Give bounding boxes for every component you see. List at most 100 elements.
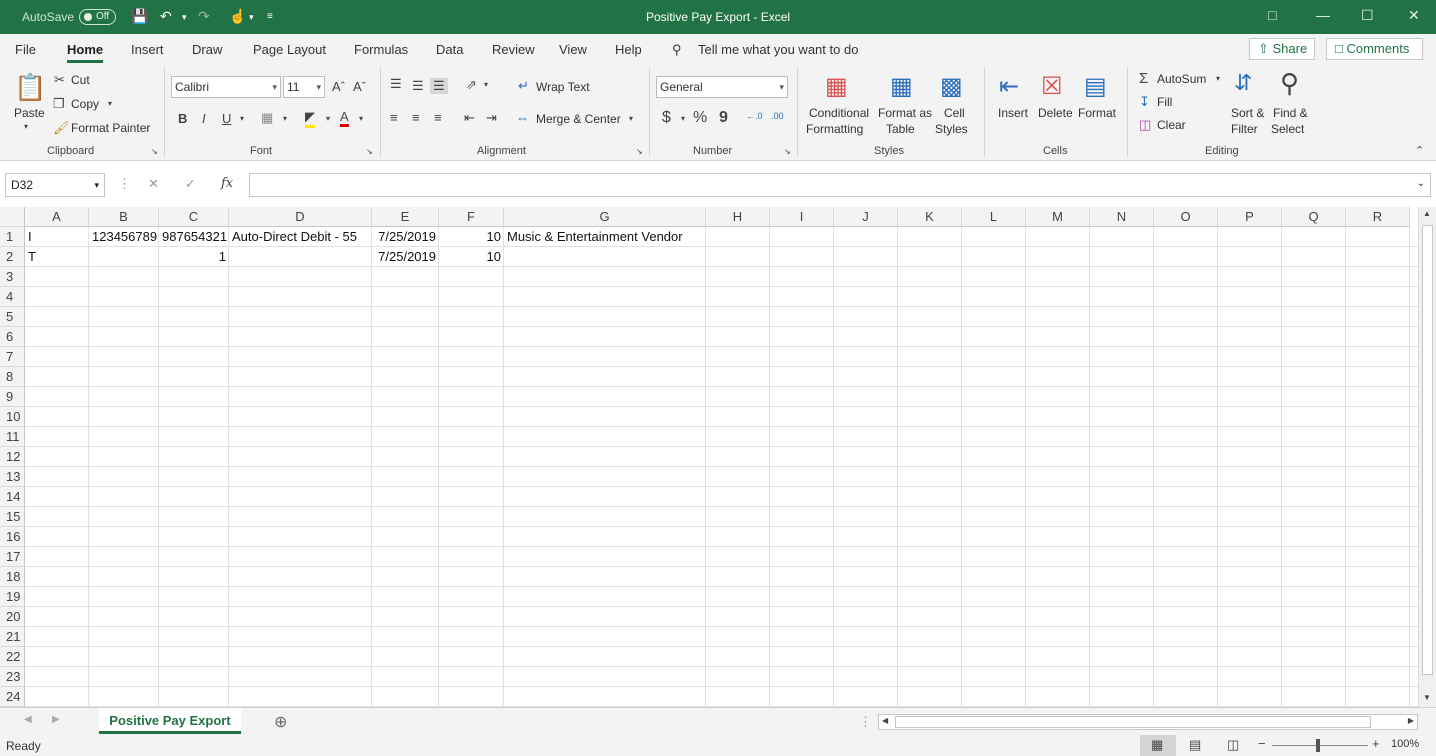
row-header-4[interactable]: 4 (0, 287, 25, 307)
clipboard-launcher-icon[interactable]: ↘ (151, 147, 158, 156)
cell-c2[interactable]: 1 (159, 247, 229, 267)
align-bottom-icon[interactable]: ☰ (430, 78, 448, 94)
zoom-slider[interactable] (1272, 745, 1368, 746)
cut-button[interactable]: Cut (71, 73, 90, 87)
cell-c1[interactable]: 987654321 (159, 227, 229, 247)
row-header-6[interactable]: 6 (0, 327, 25, 347)
tab-help[interactable]: Help (615, 42, 642, 57)
tab-home[interactable]: Home (67, 42, 104, 63)
column-header-a[interactable]: A (25, 207, 89, 227)
column-header-e[interactable]: E (372, 207, 439, 227)
share-button[interactable]: ⇧ Share (1249, 38, 1315, 60)
zoom-out-icon[interactable]: − (1258, 736, 1266, 751)
format-painter-icon[interactable]: 🖌 (53, 120, 70, 136)
format-as-table-label-2[interactable]: Table (886, 122, 915, 136)
clear-button[interactable]: Clear (1157, 118, 1186, 132)
column-header-g[interactable]: G (504, 207, 706, 227)
align-middle-icon[interactable]: ☰ (412, 78, 424, 94)
decrease-font-icon[interactable]: Aˇ (353, 79, 366, 94)
sort-filter-label[interactable]: Sort & (1231, 106, 1264, 120)
tab-insert[interactable]: Insert (131, 42, 164, 57)
row-header-9[interactable]: 9 (0, 387, 25, 407)
delete-cells-button[interactable]: Delete (1038, 106, 1073, 120)
row-header-16[interactable]: 16 (0, 527, 25, 547)
name-box[interactable]: D32 ▾ (5, 173, 105, 197)
wrap-text-button[interactable]: Wrap Text (536, 80, 590, 94)
cell-b1[interactable]: 123456789 (89, 227, 159, 247)
increase-font-icon[interactable]: Aˆ (332, 79, 345, 94)
tab-formulas[interactable]: Formulas (354, 42, 408, 57)
scroll-up-icon[interactable]: ▲ (1423, 209, 1431, 218)
save-icon[interactable]: 💾 (131, 8, 148, 25)
cell-f2[interactable]: 10 (439, 247, 504, 267)
scroll-left-icon[interactable]: ◀ (882, 716, 888, 725)
paste-button[interactable]: Paste (14, 106, 45, 120)
tab-page-layout[interactable]: Page Layout (253, 42, 326, 57)
cell-g1[interactable]: Music & Entertainment Vendor (504, 227, 686, 247)
tab-review[interactable]: Review (492, 42, 535, 57)
find-select-label-2[interactable]: Select (1271, 122, 1304, 136)
touch-mode-icon[interactable]: ☝ (229, 8, 246, 25)
new-sheet-icon[interactable]: ⊕ (274, 712, 287, 732)
row-header-21[interactable]: 21 (0, 627, 25, 647)
percent-button[interactable]: % (693, 109, 707, 127)
tab-data[interactable]: Data (436, 42, 463, 57)
row-header-24[interactable]: 24 (0, 687, 25, 707)
wrap-text-icon[interactable]: ↵ (518, 78, 529, 94)
comma-button[interactable]: 9 (719, 109, 728, 127)
zoom-in-icon[interactable]: + (1372, 736, 1380, 751)
number-launcher-icon[interactable]: ↘ (784, 147, 791, 156)
fill-icon[interactable]: ↧ (1139, 94, 1150, 110)
row-header-22[interactable]: 22 (0, 647, 25, 667)
page-break-view-icon[interactable]: ◫ (1227, 737, 1239, 753)
insert-function-button[interactable]: fx (221, 176, 233, 191)
row-header-23[interactable]: 23 (0, 667, 25, 687)
format-painter-button[interactable]: Format Painter (71, 121, 150, 135)
row-header-20[interactable]: 20 (0, 607, 25, 627)
comments-button[interactable]: □ Comments (1326, 38, 1423, 60)
font-size-select[interactable]: 11 ▾ (283, 76, 325, 98)
row-header-3[interactable]: 3 (0, 267, 25, 287)
more-options-icon[interactable]: ⋮ (118, 176, 131, 192)
select-all-corner[interactable] (0, 207, 25, 227)
next-sheet-icon[interactable]: ▶ (52, 714, 60, 725)
row-header-18[interactable]: 18 (0, 567, 25, 587)
delete-cells-icon[interactable]: ☒ (1041, 72, 1063, 101)
maximize-icon[interactable]: ☐ (1361, 7, 1374, 24)
orientation-icon[interactable]: ⇗ (466, 77, 477, 93)
sort-filter-icon[interactable]: ⇵ (1234, 70, 1252, 96)
column-header-r[interactable]: R (1346, 207, 1410, 227)
conditional-formatting-label-2[interactable]: Formatting (806, 122, 863, 136)
align-top-icon[interactable]: ☰ (390, 76, 402, 92)
alignment-launcher-icon[interactable]: ↘ (636, 147, 643, 156)
currency-dropdown-icon[interactable]: ▾ (681, 114, 685, 123)
undo-icon[interactable]: ↶ (160, 8, 172, 25)
copy-button[interactable]: Copy (71, 97, 99, 111)
conditional-formatting-icon[interactable]: ▦ (825, 72, 848, 101)
row-header-15[interactable]: 15 (0, 507, 25, 527)
align-right-icon[interactable]: ≡ (434, 110, 442, 125)
row-header-1[interactable]: 1 (0, 227, 25, 247)
column-header-j[interactable]: J (834, 207, 898, 227)
format-as-table-icon[interactable]: ▦ (890, 72, 913, 101)
copy-icon[interactable]: ❐ (53, 96, 65, 112)
page-layout-view-icon[interactable]: ▤ (1189, 737, 1201, 753)
increase-indent-icon[interactable]: ⇥ (486, 110, 497, 126)
merge-dropdown-icon[interactable]: ▾ (629, 114, 633, 123)
borders-dropdown-icon[interactable]: ▾ (283, 114, 287, 123)
column-header-m[interactable]: M (1026, 207, 1090, 227)
sort-filter-label-2[interactable]: Filter (1231, 122, 1258, 136)
merge-center-button[interactable]: Merge & Center (536, 112, 621, 126)
autosum-button[interactable]: AutoSum (1157, 72, 1206, 86)
row-header-11[interactable]: 11 (0, 427, 25, 447)
normal-view-icon[interactable]: ▦ (1151, 737, 1163, 753)
fill-color-dropdown-icon[interactable]: ▾ (326, 114, 330, 123)
column-header-q[interactable]: Q (1282, 207, 1346, 227)
format-cells-icon[interactable]: ▤ (1084, 72, 1107, 101)
cell-d1[interactable]: Auto-Direct Debit - 55 (229, 227, 360, 247)
cell-a2[interactable]: T (25, 247, 39, 267)
vertical-scrollbar[interactable]: ▲ ▼ (1418, 207, 1436, 707)
touch-dropdown-icon[interactable]: ▾ (249, 12, 254, 23)
cancel-entry-icon[interactable]: ✕ (148, 176, 159, 192)
row-header-13[interactable]: 13 (0, 467, 25, 487)
